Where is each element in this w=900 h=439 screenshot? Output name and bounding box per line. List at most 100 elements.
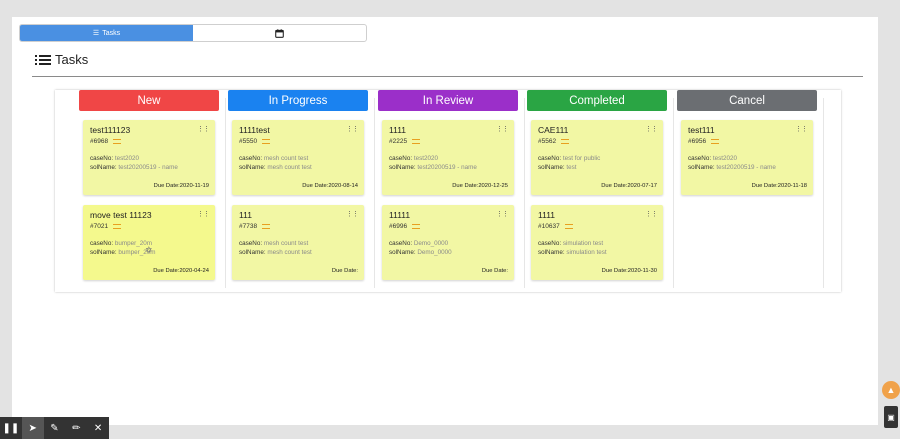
card-id: #7021 [90, 223, 208, 230]
case-value: mesh count test [263, 240, 309, 247]
warning-fab[interactable]: ▲ [882, 381, 900, 399]
list-icon [35, 54, 51, 65]
task-card[interactable]: 111 ⋮⋮ #7738 caseNo: mesh count test sol… [232, 205, 364, 280]
sol-value: mesh count test [267, 249, 312, 256]
pen-tool-button[interactable]: ✎ [44, 417, 66, 439]
case-value: test2020 [413, 155, 439, 162]
task-card[interactable]: test111123 ⋮⋮ #6968 caseNo: test2020 sol… [83, 120, 215, 195]
task-card[interactable]: 1111test ⋮⋮ #5550 caseNo: mesh count tes… [232, 120, 364, 195]
sol-label: solName: [239, 164, 266, 171]
card-id: #6956 [688, 138, 806, 145]
case-label: caseNo: [389, 155, 413, 162]
highlighter-tool-button[interactable]: ✏ [65, 417, 87, 439]
sol-value: test20200519 - name [118, 164, 178, 171]
card-id: #7738 [239, 223, 357, 230]
column-new: New test111123 ⋮⋮ #6968 caseNo: test2020… [79, 90, 219, 292]
drag-handle-icon[interactable]: ⋮⋮ [496, 210, 509, 218]
calendar-view-button[interactable] [193, 25, 366, 41]
sol-value: test [566, 164, 577, 171]
pointer-tool-button[interactable]: ➤ [21, 417, 44, 439]
due-date: Due Date:2020-08-14 [302, 183, 358, 189]
close-icon: ✕ [93, 422, 103, 434]
column-completed: Completed CAE111 ⋮⋮ #5562 caseNo: test f… [527, 90, 667, 292]
chat-button[interactable]: ▣ [884, 406, 898, 428]
task-card[interactable]: 1111 ⋮⋮ #2225 caseNo: test2020 solName: … [382, 120, 514, 195]
sol-label: solName: [389, 249, 416, 256]
priority-icon [561, 139, 570, 144]
drag-handle-icon[interactable]: ⋮⋮ [645, 210, 658, 218]
card-id-text: #5562 [538, 138, 557, 145]
sol-field: solName: test20200519 - name [389, 164, 507, 171]
case-field: caseNo: simulation test [538, 240, 656, 247]
title-divider [32, 76, 863, 77]
drag-handle-icon[interactable]: ⋮⋮ [346, 125, 359, 133]
case-value: Demo_0000 [413, 240, 449, 247]
due-date: Due Date: [331, 268, 358, 274]
drag-handle-icon[interactable]: ⋮⋮ [795, 125, 808, 133]
drag-handle-icon[interactable]: ⋮⋮ [197, 210, 210, 218]
cursor-arrow-icon: ➤ [28, 422, 37, 434]
column-header-cancel[interactable]: Cancel [677, 90, 817, 111]
card-id-text: #5550 [239, 138, 258, 145]
drag-handle-icon[interactable]: ⋮⋮ [496, 125, 509, 133]
column-divider [374, 98, 375, 288]
case-value: mesh count test [263, 155, 309, 162]
case-value: simulation test [562, 240, 604, 247]
case-label: caseNo: [688, 155, 712, 162]
column-header-in-progress[interactable]: In Progress [228, 90, 368, 111]
task-card[interactable]: 11111 ⋮⋮ #6996 caseNo: Demo_0000 solName… [382, 205, 514, 280]
sol-field: solName: simulation test [538, 249, 656, 256]
card-title: 11111 [389, 210, 411, 220]
case-label: caseNo: [90, 155, 114, 162]
drag-handle-icon[interactable]: ⋮⋮ [197, 125, 210, 133]
task-card[interactable]: CAE111 ⋮⋮ #5562 caseNo: test for public … [531, 120, 663, 195]
due-date: Due Date: [481, 268, 508, 274]
sol-label: solName: [389, 164, 416, 171]
case-label: caseNo: [239, 240, 263, 247]
sol-field: solName: test20200519 - name [90, 164, 208, 171]
card-title: 1111test [239, 125, 270, 135]
card-id: #6968 [90, 138, 208, 145]
case-label: caseNo: [538, 155, 562, 162]
sol-label: solName: [239, 249, 266, 256]
task-card[interactable]: test111 ⋮⋮ #6956 caseNo: test2020 solNam… [681, 120, 813, 195]
close-toolbar-button[interactable]: ✕ [87, 417, 109, 439]
annotation-toolbar: ❚❚ ➤ ✎ ✏ ✕ [0, 417, 109, 439]
card-title: test111123 [90, 125, 131, 135]
column-header-completed[interactable]: Completed [527, 90, 667, 111]
priority-icon [262, 139, 271, 144]
priority-icon [564, 224, 573, 229]
warning-icon: ▲ [886, 385, 896, 395]
column-header-new[interactable]: New [79, 90, 219, 111]
page-title: Tasks [35, 52, 88, 67]
card-title: 1111 [538, 210, 556, 220]
task-card[interactable]: move test 11123 ⋮⋮ #7021 caseNo: bumper_… [83, 205, 215, 280]
due-date: Due Date:2020-07-17 [601, 183, 657, 189]
card-title: test111 [688, 125, 715, 135]
card-id: #6996 [389, 223, 507, 230]
column-header-in-review[interactable]: In Review [378, 90, 518, 111]
priority-icon [412, 139, 421, 144]
list-icon: ☰ [92, 30, 100, 37]
case-field: caseNo: test2020 [389, 155, 507, 162]
chat-icon: ▣ [887, 412, 895, 422]
view-toggle: ☰ Tasks [19, 24, 367, 42]
card-title: CAE111 [538, 125, 569, 135]
case-field: caseNo: Demo_0000 [389, 240, 507, 247]
drag-handle-icon[interactable]: ⋮⋮ [645, 125, 658, 133]
page-title-text: Tasks [55, 52, 89, 67]
column-in-progress: In Progress 1111test ⋮⋮ #5550 caseNo: me… [228, 90, 368, 292]
drag-handle-icon[interactable]: ⋮⋮ [346, 210, 359, 218]
sol-field: solName: mesh count test [239, 249, 357, 256]
card-title: move test 11123 [90, 210, 152, 220]
case-value: test2020 [114, 155, 140, 162]
tasks-view-button[interactable]: ☰ Tasks [20, 25, 193, 41]
case-label: caseNo: [90, 240, 114, 247]
case-field: caseNo: test for public [538, 155, 656, 162]
pen-icon: ✎ [50, 422, 59, 434]
sol-field: solName: Demo_0000 [389, 249, 507, 256]
priority-icon [412, 224, 421, 229]
priority-icon [262, 224, 271, 229]
task-card[interactable]: 1111 ⋮⋮ #10637 caseNo: simulation test s… [531, 205, 663, 280]
pause-button[interactable]: ❚❚ [0, 417, 22, 439]
